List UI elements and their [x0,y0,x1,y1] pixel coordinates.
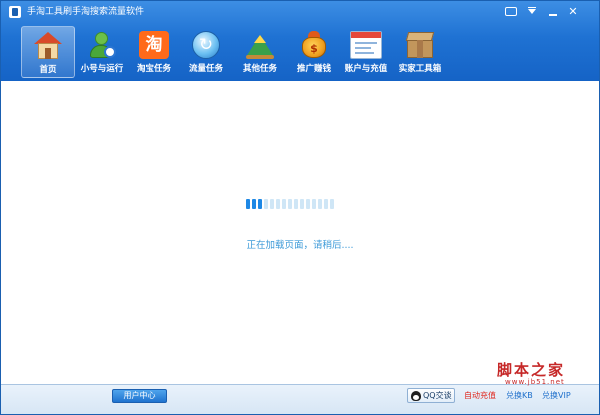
watermark-url: www.jb51.net [505,378,565,386]
close-button[interactable]: ✕ [566,5,580,19]
qq-penguin-icon [411,391,421,401]
watermark-text: 脚本之家 [497,361,566,379]
loader-segment [312,199,316,209]
qq-chat-button[interactable]: QQ交谈 [407,388,455,403]
loader-segment [246,199,250,209]
app-icon [9,6,21,18]
content-area: 正在加载页面，请稍后.... [1,81,599,384]
toolbar-item-toolbox[interactable]: 实家工具箱 [393,26,447,78]
loader-segment [330,199,334,209]
loader-segment [318,199,322,209]
toolbar-item-account-recharge[interactable]: 账户与充值 [339,26,393,78]
taobao-icon: 淘 [139,31,169,59]
loader-segment [258,199,262,209]
loader-segment [270,199,274,209]
loader-segment [288,199,292,209]
loading-spinner [246,199,336,209]
loader-segment [300,199,304,209]
home-icon [33,32,63,60]
user-clock-icon [87,31,117,59]
refresh-icon: ↻ [192,31,220,59]
main-toolbar: 首页 小号与运行 淘 淘宝任务 ↻ 流量任务 其他任务 $ 推广赚钱 账户与充值… [1,23,599,81]
toolbar-item-other-tasks[interactable]: 其他任务 [233,26,287,78]
loader-segment [276,199,280,209]
mountain-icon [245,31,275,59]
title-bar[interactable]: 手淘工具刷手淘搜索流量软件 ✕ [1,1,599,23]
user-center-button[interactable]: 用户中心 [112,389,167,403]
loader-segment [306,199,310,209]
site-watermark: 脚本之家 www.jb51.net [479,359,589,393]
money-bag-icon: $ [299,31,329,59]
loader-segment [264,199,268,209]
qq-chat-label: QQ交谈 [423,391,452,400]
loader-segment [252,199,256,209]
toolbar-item-home[interactable]: 首页 [21,26,75,78]
feedback-icon[interactable] [504,5,518,19]
loader-segment [324,199,328,209]
app-window: 手淘工具刷手淘搜索流量软件 ✕ 首页 小号与运行 淘 淘宝任务 ↻ 流量任务 其… [0,0,600,415]
loader-segment [294,199,298,209]
header: 手淘工具刷手淘搜索流量软件 ✕ 首页 小号与运行 淘 淘宝任务 ↻ 流量任务 其… [1,1,599,81]
toolbar-item-traffic-tasks[interactable]: ↻ 流量任务 [179,26,233,78]
account-card-icon [350,31,382,59]
window-title: 手淘工具刷手淘搜索流量软件 [27,7,145,17]
toolbar-item-label: 实家工具箱 [398,64,442,74]
toolbox-icon [405,31,435,59]
menu-dropdown-icon[interactable] [525,5,539,19]
loading-message: 正在加载页面，请稍后.... [246,240,354,251]
loader-segment [282,199,286,209]
minimize-button[interactable] [546,5,560,19]
